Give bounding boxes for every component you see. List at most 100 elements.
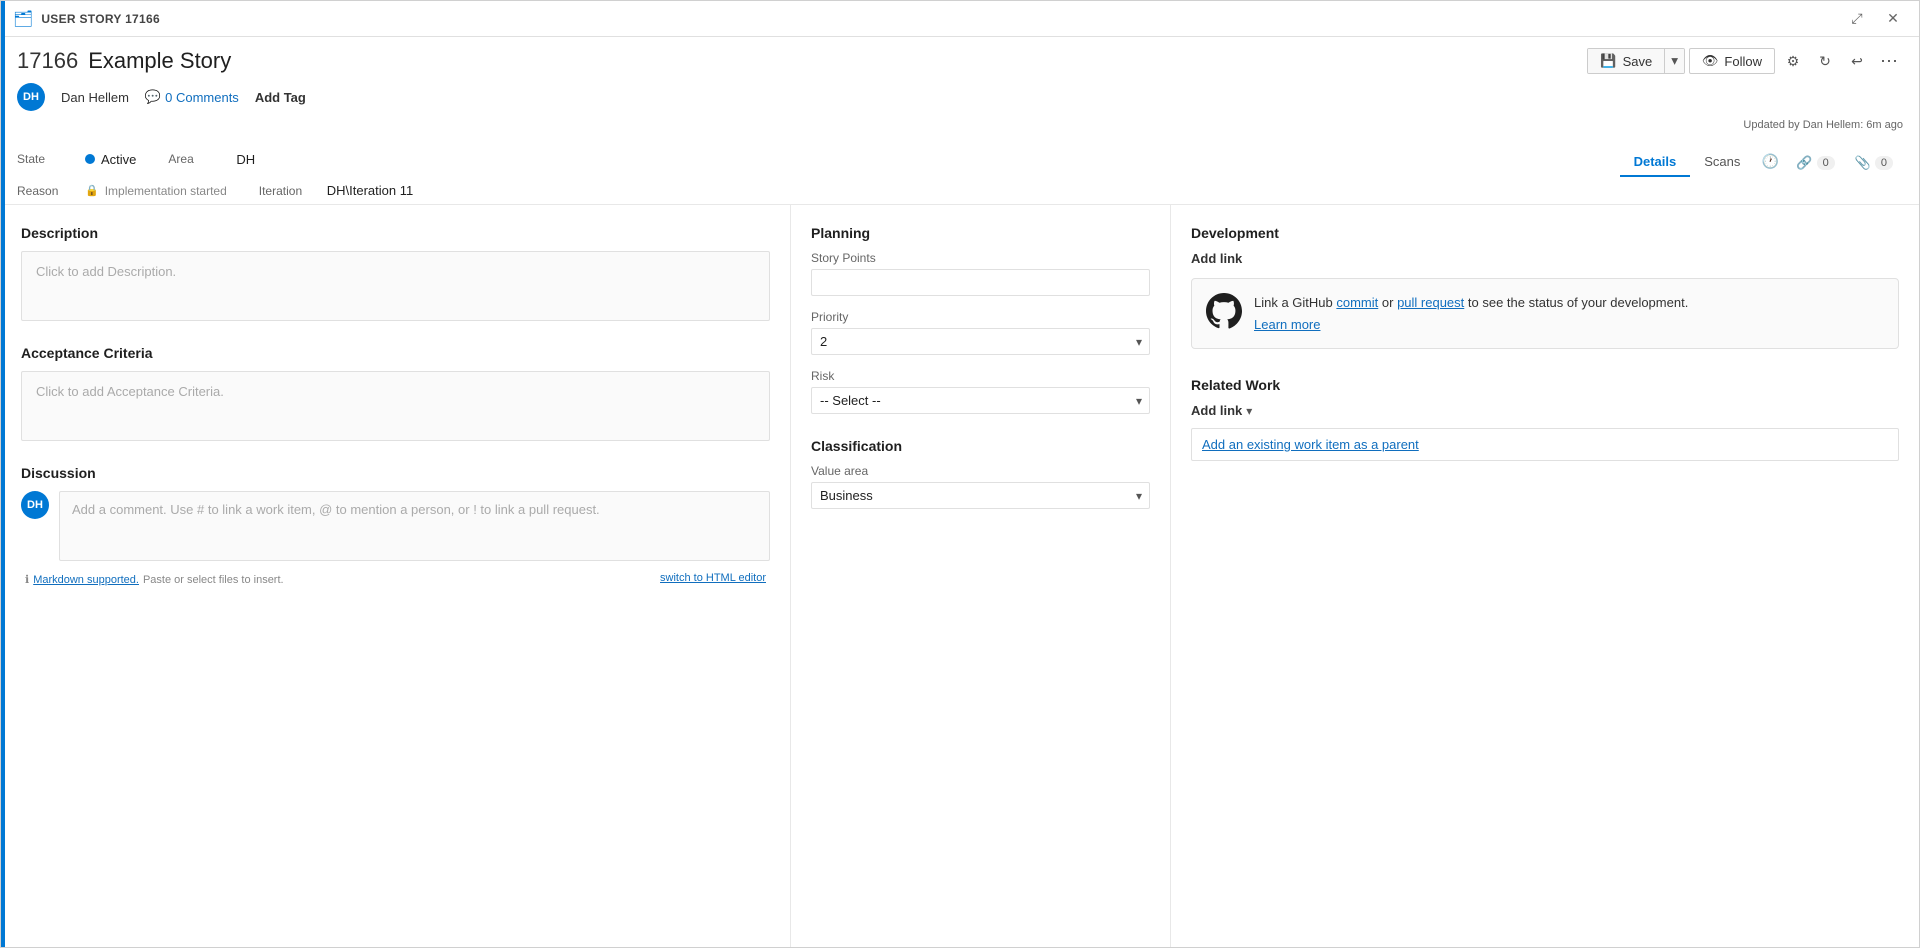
save-caret-button[interactable]: ▾ [1664, 49, 1684, 73]
description-title: Description [21, 225, 770, 241]
development-title: Development [1191, 225, 1899, 241]
main-content: Description Click to add Description. Ac… [1, 205, 1919, 947]
settings-button[interactable]: ⚙ [1779, 47, 1807, 75]
classification-section: Classification Value area Business Archi… [811, 438, 1150, 509]
github-description: Link a GitHub commit or pull request to … [1254, 293, 1688, 334]
acceptance-criteria-title: Acceptance Criteria [21, 345, 770, 361]
state-value[interactable]: Active [85, 152, 136, 167]
iteration-label: Iteration [259, 184, 319, 198]
value-area-label: Value area [811, 464, 1150, 478]
area-label: Area [168, 152, 228, 166]
avatar: DH [17, 83, 45, 111]
markdown-info-icon: ℹ [25, 573, 29, 586]
refresh-button[interactable]: ↻ [1811, 47, 1839, 75]
reason-label: Reason [17, 184, 77, 198]
add-tag-button[interactable]: Add Tag [255, 90, 306, 105]
tab-attachments[interactable]: 📎 0 [1845, 149, 1903, 177]
fields-row: State Active Area DH Details Scans 🕐 🔗 0 [17, 135, 1903, 181]
follow-label: Follow [1724, 54, 1762, 69]
title-bar: 🗂 USER STORY 17166 ⤢ ✕ [1, 1, 1919, 37]
tab-links[interactable]: 🔗 0 [1786, 149, 1844, 177]
risk-select-wrapper: -- Select -- 1 - Critical 2 - High 3 - M… [811, 387, 1150, 414]
avatar-initials: DH [23, 91, 39, 103]
iteration-value[interactable]: DH\Iteration 11 [327, 183, 413, 198]
area-field-group: Area DH [168, 152, 255, 167]
undo-button[interactable]: ↩ [1843, 47, 1871, 75]
reason-field-group: Reason 🔒 Implementation started [17, 184, 227, 198]
fields-row-2: Reason 🔒 Implementation started Iteratio… [17, 181, 1903, 204]
related-work-section: Related Work Add link ▾ Add an existing … [1191, 377, 1899, 461]
value-area-select[interactable]: Business Architectural [811, 482, 1150, 509]
work-item-id: 17166 [17, 48, 78, 74]
risk-field: Risk -- Select -- 1 - Critical 2 - High … [811, 369, 1150, 414]
add-existing-work-item-link[interactable]: Add an existing work item as a parent [1191, 428, 1899, 461]
description-section: Description Click to add Description. [21, 225, 770, 321]
state-dot [85, 154, 95, 164]
risk-label: Risk [811, 369, 1150, 383]
priority-select[interactable]: 1 2 3 4 [811, 328, 1150, 355]
description-input[interactable]: Click to add Description. [21, 251, 770, 321]
related-work-add-link-button[interactable]: Add link [1191, 403, 1242, 418]
tab-scans[interactable]: Scans [1690, 148, 1754, 177]
markdown-link[interactable]: Markdown supported. [33, 574, 139, 586]
related-work-add-link-caret[interactable]: ▾ [1246, 404, 1252, 418]
discussion-title: Discussion [21, 465, 770, 481]
related-work-add-link-row: Add link ▾ [1191, 403, 1899, 418]
eye-icon: 👁 [1702, 53, 1719, 69]
work-item-name[interactable]: Example Story [88, 48, 231, 74]
comments-button[interactable]: 💬 0 Comments [145, 89, 239, 105]
value-area-select-wrapper: Business Architectural ▾ [811, 482, 1150, 509]
area-value[interactable]: DH [236, 152, 255, 167]
more-options-button[interactable]: ⋯ [1875, 47, 1903, 75]
markdown-note: ℹ Markdown supported. Paste or select fi… [25, 573, 284, 586]
reason-value[interactable]: 🔒 Implementation started [85, 184, 227, 198]
expand-button[interactable]: ⤢ [1843, 5, 1871, 33]
assigned-user: Dan Hellem [61, 90, 129, 105]
classification-title: Classification [811, 438, 1150, 454]
priority-field: Priority 1 2 3 4 ▾ [811, 310, 1150, 355]
title-bar-icon: 🗂 [13, 9, 33, 29]
right-panel: Development Add link Link a GitHub commi… [1171, 205, 1919, 947]
markdown-row: ℹ Markdown supported. Paste or select fi… [21, 569, 770, 586]
risk-select[interactable]: -- Select -- 1 - Critical 2 - High 3 - M… [811, 387, 1150, 414]
acceptance-criteria-section: Acceptance Criteria Click to add Accepta… [21, 345, 770, 441]
comment-input[interactable]: Add a comment. Use # to link a work item… [59, 491, 770, 561]
left-panel: Description Click to add Description. Ac… [1, 205, 791, 947]
comments-count: 0 Comments [165, 90, 239, 105]
state-label: State [17, 152, 77, 166]
save-icon: 💾 [1600, 53, 1616, 69]
header-meta-row: DH Dan Hellem 💬 0 Comments Add Tag [17, 83, 1903, 111]
github-pr-link[interactable]: pull request [1397, 295, 1464, 310]
tab-history-button[interactable]: 🕐 [1754, 145, 1786, 177]
save-button[interactable]: 💾 Save [1588, 49, 1664, 73]
discussion-section: Discussion DH Add a comment. Use # to li… [21, 465, 770, 586]
github-commit-link[interactable]: commit [1336, 295, 1378, 310]
planning-section: Planning Story Points Priority 1 2 3 4 [811, 225, 1150, 414]
header-actions: 💾 Save ▾ 👁 Follow ⚙ ↻ ↩ ⋯ [1587, 47, 1903, 75]
follow-button[interactable]: 👁 Follow [1689, 48, 1775, 74]
acceptance-criteria-input[interactable]: Click to add Acceptance Criteria. [21, 371, 770, 441]
comment-avatar: DH [21, 491, 49, 519]
related-work-title: Related Work [1191, 377, 1899, 393]
story-points-field: Story Points [811, 251, 1150, 296]
story-points-input[interactable] [811, 269, 1150, 296]
updated-text: Updated by Dan Hellem: 6m ago [1743, 119, 1903, 131]
attachments-count: 0 [1875, 156, 1893, 170]
tabs-row: Details Scans 🕐 🔗 0 📎 0 [1620, 145, 1903, 177]
save-button-group: 💾 Save ▾ [1587, 48, 1685, 74]
development-section: Development Add link Link a GitHub commi… [1191, 225, 1899, 349]
close-button[interactable]: ✕ [1879, 5, 1907, 33]
links-count: 0 [1817, 156, 1835, 170]
link-icon: 🔗 [1796, 155, 1812, 171]
attachment-icon: 📎 [1855, 155, 1871, 171]
development-add-link-button[interactable]: Add link [1191, 251, 1242, 266]
comment-icon: 💬 [145, 89, 161, 105]
save-label: Save [1623, 54, 1653, 69]
tab-details[interactable]: Details [1620, 148, 1691, 177]
comment-input-area: DH Add a comment. Use # to link a work i… [21, 491, 770, 561]
github-link-box: Link a GitHub commit or pull request to … [1191, 278, 1899, 349]
html-editor-link[interactable]: switch to HTML editor [660, 572, 766, 584]
planning-title: Planning [811, 225, 1150, 241]
learn-more-link[interactable]: Learn more [1254, 315, 1688, 335]
state-field-group: State Active [17, 152, 136, 167]
